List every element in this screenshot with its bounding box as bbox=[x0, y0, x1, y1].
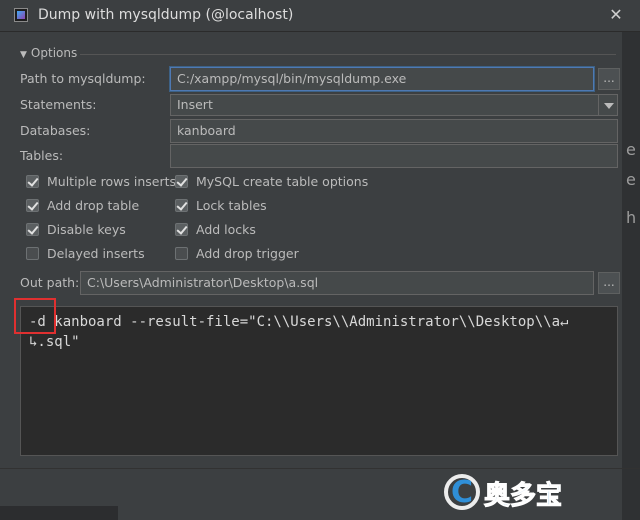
checkbox-checked-icon bbox=[26, 222, 39, 236]
delayed-inserts-checkbox[interactable]: Delayed inserts bbox=[26, 244, 145, 262]
background-text: h bbox=[626, 208, 637, 227]
command-line-1: -d kanboard --result-file="C:\\Users\\Ad… bbox=[29, 314, 569, 330]
watermark-letter: C bbox=[451, 475, 473, 510]
checkbox-label: Add drop trigger bbox=[196, 245, 299, 261]
checkbox-label: Lock tables bbox=[196, 197, 267, 213]
checkbox-checked-icon bbox=[175, 174, 188, 188]
out-path-label: Out path: bbox=[20, 275, 80, 290]
checkbox-checked-icon bbox=[26, 174, 39, 188]
taskbar-fragment bbox=[0, 506, 118, 520]
watermark-text: 奥多宝 bbox=[484, 480, 562, 511]
checkbox-label: Add drop table bbox=[47, 197, 140, 213]
close-icon[interactable]: ✕ bbox=[606, 5, 626, 25]
checkbox-label: MySQL create table options bbox=[196, 173, 369, 189]
checkbox-checked-icon bbox=[175, 198, 188, 212]
out-path-input[interactable]: C:\Users\Administrator\Desktop\a.sql bbox=[80, 271, 594, 295]
options-collapse-toggle[interactable]: ▼ Options bbox=[20, 46, 77, 60]
lock-tables-checkbox[interactable]: Lock tables bbox=[175, 196, 267, 214]
checkbox-label: Disable keys bbox=[47, 221, 126, 237]
app-icon bbox=[14, 8, 28, 22]
add-drop-trigger-checkbox[interactable]: Add drop trigger bbox=[175, 244, 299, 262]
options-header-label: Options bbox=[30, 46, 78, 60]
out-path-browse-button[interactable]: ... bbox=[598, 272, 620, 294]
background-text: e bbox=[626, 140, 636, 159]
databases-input[interactable]: kanboard bbox=[170, 119, 618, 143]
tables-label: Tables: bbox=[20, 148, 64, 163]
checkbox-unchecked-icon bbox=[175, 246, 188, 260]
add-drop-table-checkbox[interactable]: Add drop table bbox=[26, 196, 139, 214]
checkbox-checked-icon bbox=[175, 222, 188, 236]
checkbox-checked-icon bbox=[26, 198, 39, 212]
checkbox-label: Multiple rows inserts bbox=[47, 173, 176, 189]
annotation-highlight-box bbox=[14, 298, 56, 334]
chevron-down-icon[interactable] bbox=[598, 94, 618, 116]
command-line-editor[interactable]: -d kanboard --result-file="C:\\Users\\Ad… bbox=[20, 306, 618, 456]
window-title: Dump with mysqldump (@localhost) bbox=[38, 7, 294, 23]
path-browse-button[interactable]: ... bbox=[598, 68, 620, 90]
path-input[interactable]: C:/xampp/mysql/bin/mysqldump.exe bbox=[170, 67, 594, 91]
path-label: Path to mysqldump: bbox=[20, 71, 146, 86]
chevron-down-icon: ▼ bbox=[20, 50, 27, 60]
command-line-2: ↳.sql" bbox=[29, 334, 80, 350]
title-bar: Dump with mysqldump (@localhost) ✕ bbox=[0, 0, 640, 32]
statements-select[interactable]: Insert bbox=[170, 94, 600, 116]
mysql-create-table-options-checkbox[interactable]: MySQL create table options bbox=[175, 172, 368, 190]
watermark-logo: C 奥多宝 bbox=[444, 474, 563, 512]
tables-input[interactable] bbox=[170, 144, 618, 168]
checkbox-label: Add locks bbox=[196, 221, 256, 237]
options-divider bbox=[80, 54, 616, 55]
checkbox-label: Delayed inserts bbox=[47, 245, 145, 261]
multiple-rows-inserts-checkbox[interactable]: Multiple rows inserts bbox=[26, 172, 176, 190]
checkbox-unchecked-icon bbox=[26, 246, 39, 260]
background-text: e bbox=[626, 170, 636, 189]
statements-label: Statements: bbox=[20, 97, 97, 112]
databases-label: Databases: bbox=[20, 123, 91, 138]
add-locks-checkbox[interactable]: Add locks bbox=[175, 220, 256, 238]
disable-keys-checkbox[interactable]: Disable keys bbox=[26, 220, 126, 238]
background-editor-strip: e e h bbox=[622, 32, 640, 520]
